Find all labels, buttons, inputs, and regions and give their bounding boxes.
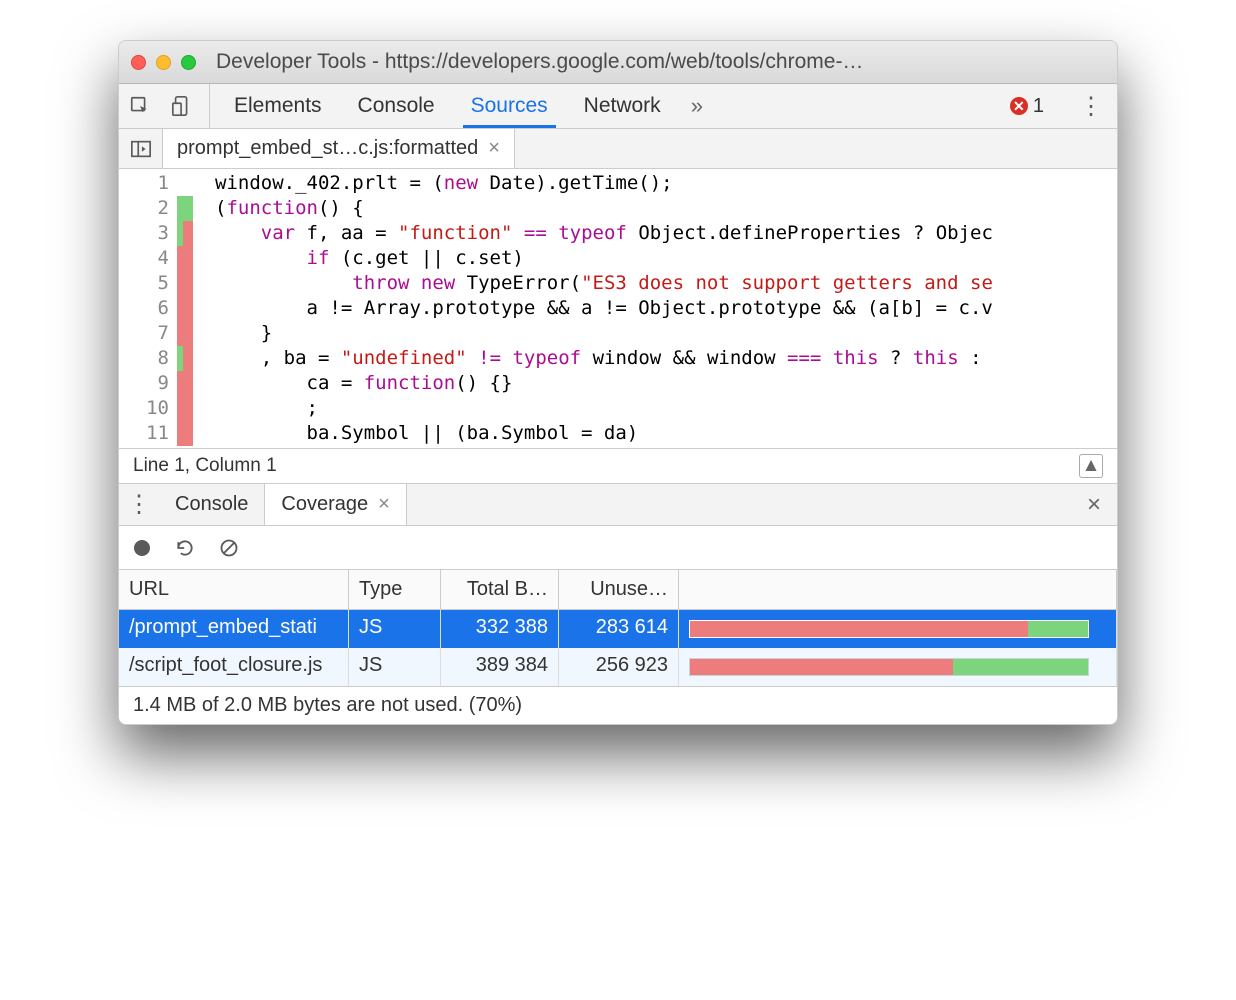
col-unused[interactable]: Unuse… [559, 570, 679, 609]
col-bar [679, 570, 1117, 609]
coverage-table: URL Type Total B… Unuse… /prompt_embed_s… [119, 570, 1117, 686]
window-title: Developer Tools - https://developers.goo… [216, 50, 1105, 74]
device-toolbar-icon[interactable] [161, 84, 203, 128]
zoom-window-button[interactable] [181, 55, 196, 70]
coverage-summary: 1.4 MB of 2.0 MB bytes are not used. (70… [133, 694, 522, 717]
tab-network[interactable]: Network [566, 84, 679, 128]
panel-tabs: Elements Console Sources Network » [216, 84, 1010, 128]
gutter: 1234567891011 [119, 169, 205, 448]
coverage-row[interactable]: /script_foot_closure.jsJS389 384256 923 [119, 648, 1117, 686]
main-toolbar: Elements Console Sources Network » ✕ 1 ⋮ [119, 84, 1117, 129]
tab-elements[interactable]: Elements [216, 84, 340, 128]
drawer-tab-coverage[interactable]: Coverage × [264, 484, 406, 525]
col-url[interactable]: URL [119, 570, 349, 609]
tab-sources[interactable]: Sources [453, 84, 566, 128]
code-content[interactable]: window._402.prlt = (new Date).getTime();… [205, 169, 1117, 448]
file-tab-row: prompt_embed_st…c.js:formatted × [119, 129, 1117, 169]
devtools-window: Developer Tools - https://developers.goo… [118, 40, 1118, 725]
show-navigator-icon[interactable] [119, 129, 163, 168]
coverage-row[interactable]: /prompt_embed_statiJS332 388283 614 [119, 610, 1117, 648]
inspect-element-icon[interactable] [119, 84, 161, 128]
clear-icon[interactable] [219, 538, 239, 558]
editor-status-bar: Line 1, Column 1 ▲ [119, 448, 1117, 484]
close-drawer-icon[interactable]: × [1071, 484, 1117, 525]
drawer-tab-console[interactable]: Console [159, 484, 264, 525]
close-window-button[interactable] [131, 55, 146, 70]
file-tab-label: prompt_embed_st…c.js:formatted [177, 137, 478, 160]
error-badge[interactable]: ✕ 1 [1010, 95, 1044, 118]
separator [209, 84, 210, 128]
record-icon[interactable] [133, 539, 151, 557]
error-count: 1 [1033, 95, 1044, 118]
coverage-toolbar [119, 526, 1117, 570]
close-drawer-tab-icon[interactable]: × [378, 493, 390, 516]
more-tabs-chevron-icon[interactable]: » [679, 84, 715, 128]
reload-icon[interactable] [175, 538, 195, 558]
titlebar: Developer Tools - https://developers.goo… [119, 41, 1117, 84]
file-tab[interactable]: prompt_embed_st…c.js:formatted × [163, 129, 515, 168]
coverage-footer: 1.4 MB of 2.0 MB bytes are not used. (70… [119, 686, 1117, 724]
collapse-drawer-icon[interactable]: ▲ [1079, 454, 1103, 478]
cursor-position: Line 1, Column 1 [133, 455, 277, 477]
close-tab-icon[interactable]: × [488, 137, 500, 160]
drawer-menu-icon[interactable]: ⋮ [119, 484, 159, 525]
error-icon: ✕ [1010, 97, 1028, 115]
code-editor: 1234567891011 window._402.prlt = (new Da… [119, 169, 1117, 448]
settings-kebab-icon[interactable]: ⋮ [1077, 92, 1105, 121]
toolbar-right: ✕ 1 ⋮ [1010, 84, 1117, 128]
traffic-lights [131, 55, 196, 70]
minimize-window-button[interactable] [156, 55, 171, 70]
drawer-tabs: ⋮ Console Coverage × × [119, 484, 1117, 526]
col-type[interactable]: Type [349, 570, 441, 609]
tab-console[interactable]: Console [340, 84, 453, 128]
col-total[interactable]: Total B… [441, 570, 559, 609]
coverage-header: URL Type Total B… Unuse… [119, 570, 1117, 610]
